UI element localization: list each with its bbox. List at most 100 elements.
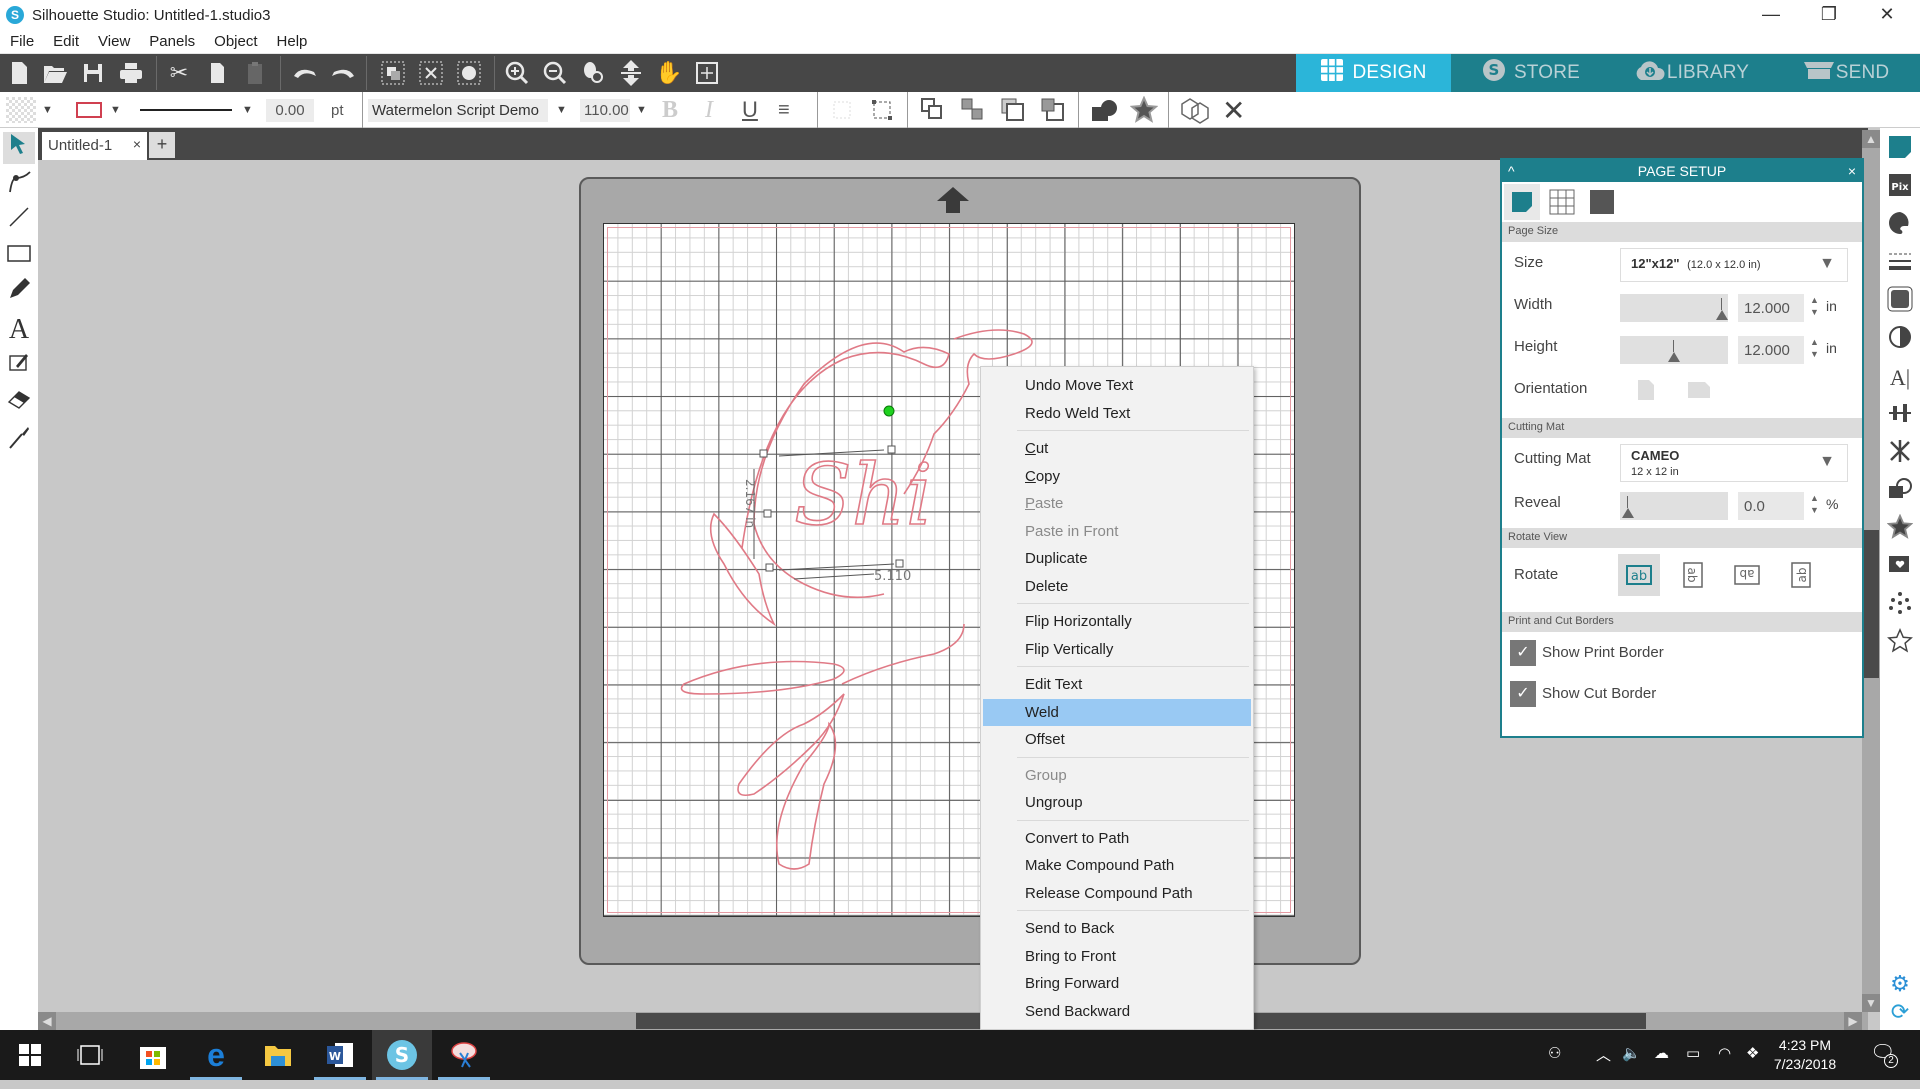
menu-item-undo-move-text[interactable]: Undo Move Text <box>983 372 1251 399</box>
zoom-selection-icon[interactable] <box>578 58 608 88</box>
system-clock[interactable]: 4:23 PM 7/23/2018 <box>1760 1036 1850 1074</box>
registration-marks-tab[interactable] <box>1586 186 1618 218</box>
print-icon[interactable] <box>116 58 146 88</box>
star-shape-icon[interactable] <box>1130 92 1158 128</box>
selection-handle[interactable] <box>887 445 896 454</box>
3d-boxes-icon[interactable] <box>1178 92 1212 128</box>
scroll-up-icon[interactable]: ▲ <box>1862 130 1880 148</box>
italic-button[interactable]: I <box>705 92 713 128</box>
task-view-icon[interactable] <box>60 1030 120 1080</box>
select-all-icon[interactable] <box>378 58 408 88</box>
tab-design[interactable]: DESIGN <box>1296 54 1451 92</box>
vertical-scrollbar[interactable]: ▲ ▼ <box>1862 130 1880 1012</box>
menu-item-convert-to-path[interactable]: Convert to Path <box>983 825 1251 852</box>
text-align-icon[interactable]: ≡ <box>778 92 790 128</box>
people-icon[interactable]: ⚇ <box>1548 1044 1561 1062</box>
menu-item-redo-weld-text[interactable]: Redo Weld Text <box>983 400 1251 427</box>
menu-item-delete[interactable]: Delete <box>983 573 1251 600</box>
height-slider[interactable] <box>1620 336 1728 364</box>
offset-panel-icon[interactable] <box>1884 513 1916 546</box>
menu-item-make-compound-path[interactable]: Make Compound Path <box>983 852 1251 879</box>
file-explorer-icon[interactable] <box>248 1030 308 1080</box>
pan-hand-icon[interactable]: ✋ <box>654 58 684 88</box>
add-tab-button[interactable]: + <box>149 132 175 158</box>
close-button[interactable]: ✕ <box>1858 0 1916 30</box>
zoom-out-icon[interactable] <box>540 58 570 88</box>
rotate-handle[interactable] <box>883 405 895 417</box>
menu-file[interactable]: File <box>0 33 43 50</box>
knife-tool-icon[interactable] <box>3 424 35 456</box>
pixscan-panel-icon[interactable]: Pix <box>1884 172 1916 204</box>
close-toolbar-icon[interactable]: ✕ <box>1222 92 1245 128</box>
menu-item-flip-horizontally[interactable]: Flip Horizontally <box>983 608 1251 635</box>
rotate-0-button[interactable]: ab <box>1618 554 1660 596</box>
onedrive-icon[interactable]: ☁ <box>1654 1044 1669 1062</box>
menu-panels[interactable]: Panels <box>139 33 204 50</box>
sync-icon[interactable]: ⟳ <box>1884 996 1916 1028</box>
underline-button[interactable]: U <box>742 92 758 128</box>
rotate-270-button[interactable]: ab <box>1780 554 1822 596</box>
notifications-icon[interactable]: 🗨 2 <box>1870 1040 1898 1068</box>
bring-forward-icon[interactable] <box>1000 92 1026 128</box>
vertical-scroll-thumb[interactable] <box>1863 530 1879 678</box>
line-width-input[interactable]: 0.00 <box>266 98 314 122</box>
menu-object[interactable]: Object <box>204 33 266 50</box>
sketch-tool-icon[interactable] <box>3 350 35 382</box>
height-input[interactable]: 12.000 <box>1738 336 1804 364</box>
minimize-button[interactable]: — <box>1742 0 1800 30</box>
bold-button[interactable]: B <box>662 92 678 128</box>
line-color-picker[interactable]: ▼ <box>76 92 121 128</box>
select-by-color-icon[interactable] <box>454 58 484 88</box>
menu-item-offset[interactable]: Offset <box>983 726 1251 753</box>
text-style-panel-icon[interactable]: A| <box>1884 362 1916 394</box>
close-tab-icon[interactable]: × <box>133 136 141 152</box>
menu-item-ungroup[interactable]: Ungroup <box>983 789 1251 816</box>
eraser-tool-icon[interactable] <box>3 386 35 418</box>
width-input[interactable]: 12.000 <box>1738 294 1804 322</box>
show-hidden-icons[interactable]: ︿ <box>1596 1044 1611 1065</box>
show-print-border-checkbox[interactable]: ✓ <box>1510 640 1536 666</box>
selection-handle[interactable] <box>759 449 768 458</box>
reveal-input[interactable]: 0.0 <box>1738 492 1804 520</box>
windows-start-icon[interactable] <box>0 1030 60 1080</box>
cutting-mat-select[interactable]: CAMEO 12 x 12 in ▼ <box>1620 444 1848 482</box>
width-slider[interactable] <box>1620 294 1728 322</box>
portrait-orientation-icon[interactable] <box>1636 378 1656 407</box>
tab-send[interactable]: SEND <box>1771 54 1920 92</box>
open-folder-icon[interactable] <box>40 58 70 88</box>
menu-help[interactable]: Help <box>267 33 317 50</box>
menu-item-send-backward[interactable]: Send Backward <box>983 998 1251 1025</box>
modify-panel-icon[interactable] <box>1884 476 1916 508</box>
weld-icon[interactable] <box>1090 92 1118 128</box>
paste-icon[interactable] <box>240 58 270 88</box>
show-cut-border-checkbox[interactable]: ✓ <box>1510 681 1536 707</box>
scroll-down-icon[interactable]: ▼ <box>1862 994 1880 1012</box>
rotate-90-button[interactable]: ab <box>1672 554 1714 596</box>
chevron-down-icon[interactable]: ▼ <box>636 104 647 116</box>
tab-library[interactable]: LIBRARY <box>1611 54 1771 92</box>
cut-icon[interactable]: ✂ <box>164 58 194 88</box>
tab-store[interactable]: S STORE <box>1451 54 1611 92</box>
ungroup-icon[interactable] <box>870 92 894 128</box>
page-size-select[interactable]: 12"x12" (12.0 x 12.0 in) ▼ <box>1620 248 1848 282</box>
menu-item-weld[interactable]: Weld <box>983 698 1251 726</box>
font-name-select[interactable]: Watermelon Script Demo <box>368 98 548 122</box>
image-effects-panel-icon[interactable] <box>1884 286 1916 318</box>
menu-item-cut[interactable]: Cut <box>983 435 1251 462</box>
height-spinner[interactable]: ▲ ▼ <box>1810 336 1819 360</box>
landscape-orientation-icon[interactable] <box>1686 380 1712 405</box>
horizontal-scrollbar[interactable]: ◀ ▶ <box>38 1012 1868 1030</box>
selection-handle[interactable] <box>895 559 904 568</box>
reveal-slider[interactable] <box>1620 492 1728 520</box>
sketch-effects-panel-icon[interactable] <box>1884 590 1916 622</box>
microsoft-store-icon[interactable] <box>123 1030 183 1080</box>
rectangle-tool-icon[interactable] <box>3 240 35 272</box>
text-tool-icon[interactable]: A <box>3 314 35 346</box>
select-tool-icon[interactable] <box>3 132 35 164</box>
menu-item-send-to-back[interactable]: Send to Back <box>983 915 1251 942</box>
zoom-in-icon[interactable] <box>502 58 532 88</box>
fill-panel-icon[interactable] <box>1884 210 1916 242</box>
page-setup-panel-icon[interactable] <box>1884 134 1916 166</box>
menu-item-release-compound-path[interactable]: Release Compound Path <box>983 880 1251 907</box>
menu-item-duplicate[interactable]: Duplicate <box>983 545 1251 572</box>
